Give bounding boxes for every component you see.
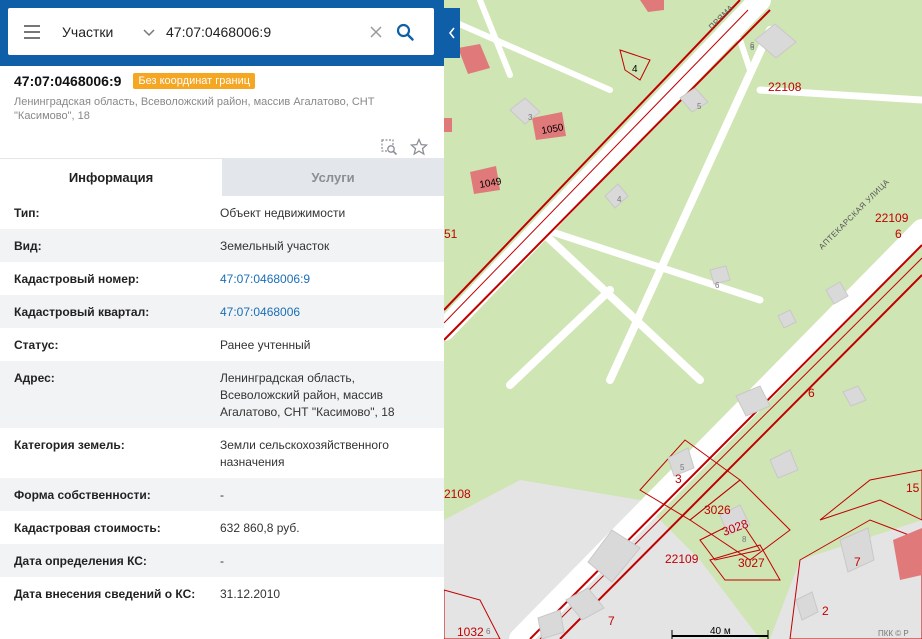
tabs: Информация Услуги	[0, 158, 444, 196]
info-key: Дата внесения сведений о КС:	[14, 587, 196, 601]
parcel-label: 3027	[738, 556, 765, 570]
info-row: Вид: Земельный участок	[0, 229, 444, 262]
parcel-label: 22109	[875, 211, 909, 225]
map-copyright: ПКК © Р	[878, 629, 909, 638]
info-row: Дата определения КС: -	[0, 544, 444, 577]
info-row: Кадастровая стоимость: 632 860,8 руб.	[0, 511, 444, 544]
info-key: Тип:	[14, 206, 40, 220]
chevron-down-icon	[143, 28, 155, 36]
search-button[interactable]	[390, 17, 420, 47]
search-icon	[396, 23, 414, 41]
parcel-label: 3	[675, 472, 682, 486]
info-key: Форма собственности:	[14, 488, 151, 502]
map-scale-label: 40 м	[710, 626, 731, 637]
info-row: Форма собственности: -	[0, 478, 444, 511]
info-value: Земельный участок	[220, 239, 330, 253]
parcel-label: 7	[608, 614, 615, 628]
info-value: Ленинградская область, Всеволожский райо…	[220, 371, 395, 419]
parcel-label: 15	[906, 481, 920, 495]
info-row: Тип: Объект недвижимости	[0, 196, 444, 229]
cadastral-quarter-link[interactable]: 47:07:0468006	[220, 295, 430, 328]
info-key: Кадастровый квартал:	[14, 305, 150, 319]
zoom-to-object-icon[interactable]	[380, 138, 398, 156]
info-row: Кадастровый квартал: 47:07:0468006	[0, 295, 444, 328]
menu-icon	[24, 24, 40, 27]
parcel-label: 4	[632, 64, 638, 75]
info-table: Тип: Объект недвижимости Вид: Земельный …	[0, 196, 444, 610]
house-number: 6	[486, 627, 491, 636]
house-number: 5	[697, 102, 702, 111]
search-box: Участки	[8, 8, 434, 55]
object-title: 47:07:0468006:9	[14, 73, 122, 89]
parcel-label: 6	[808, 386, 815, 400]
info-panel: Участки 47:07:0468006:9 47:07:0468006:9 …	[0, 0, 444, 639]
parcel-label: 51	[444, 227, 458, 241]
search-input[interactable]	[162, 16, 362, 47]
info-key: Вид:	[14, 239, 42, 253]
info-row: Адрес: Ленинградская область, Всеволожск…	[0, 361, 444, 428]
info-row: Дата внесения сведений о КС: 31.12.2010	[0, 577, 444, 610]
clear-button[interactable]	[364, 20, 388, 44]
info-key: Дата определения КС:	[14, 554, 147, 568]
parcel-label: 1032	[457, 625, 484, 639]
info-key: Кадастровый номер:	[14, 272, 140, 286]
star-icon[interactable]	[410, 138, 428, 156]
info-value: Ранее учтенный	[220, 338, 311, 352]
parcel-label: 2108	[444, 487, 471, 501]
info-key: Статус:	[14, 338, 59, 352]
object-address: Ленинградская область, Всеволожский райо…	[14, 96, 375, 122]
parcel-label: 3026	[704, 503, 731, 517]
menu-button[interactable]	[12, 8, 52, 55]
parcel-label: 7	[854, 555, 861, 569]
category-select-value: Участки	[62, 23, 114, 40]
cadastral-number-link[interactable]: 47:07:0468006:9	[220, 262, 430, 295]
info-value: Земли сельскохозяйственного назначения	[220, 438, 389, 469]
info-row: Категория земель: Земли сельскохозяйстве…	[0, 428, 444, 478]
object-tools	[380, 138, 428, 156]
tab-services[interactable]: Услуги	[222, 158, 444, 196]
house-number: 8	[742, 535, 747, 544]
status-badge: Без координат границ	[133, 73, 256, 89]
parcel-label: 22108	[768, 80, 802, 94]
chevron-left-icon	[448, 27, 455, 39]
info-row: Статус: Ранее учтенный	[0, 328, 444, 361]
house-number: 6	[750, 43, 755, 52]
parcel-label: 22109	[665, 552, 699, 566]
object-header: 47:07:0468006:9 Без координат границ Лен…	[14, 73, 434, 123]
collapse-panel-button[interactable]	[444, 8, 460, 58]
parcel-label: 6	[715, 281, 720, 290]
category-select[interactable]: Участки	[52, 8, 162, 55]
parcel-label: 6	[895, 227, 902, 241]
info-value: 31.12.2010	[220, 587, 281, 601]
parcel-label: 2	[822, 604, 829, 618]
info-row: Кадастровый номер: 47:07:0468006:9	[0, 262, 444, 295]
info-value: 632 860,8 руб.	[220, 521, 300, 535]
info-value: -	[220, 488, 224, 502]
info-key: Кадастровая стоимость:	[14, 521, 161, 535]
tab-info[interactable]: Информация	[0, 158, 222, 196]
info-key: Адрес:	[14, 371, 55, 385]
house-number: 4	[617, 195, 622, 204]
search-bar: Участки	[0, 0, 444, 66]
house-number: 3	[528, 113, 533, 122]
info-key: Категория земель:	[14, 438, 125, 452]
house-number: 5	[680, 463, 685, 472]
info-value: -	[220, 554, 224, 568]
info-value: Объект недвижимости	[220, 206, 346, 220]
close-icon	[370, 25, 382, 38]
